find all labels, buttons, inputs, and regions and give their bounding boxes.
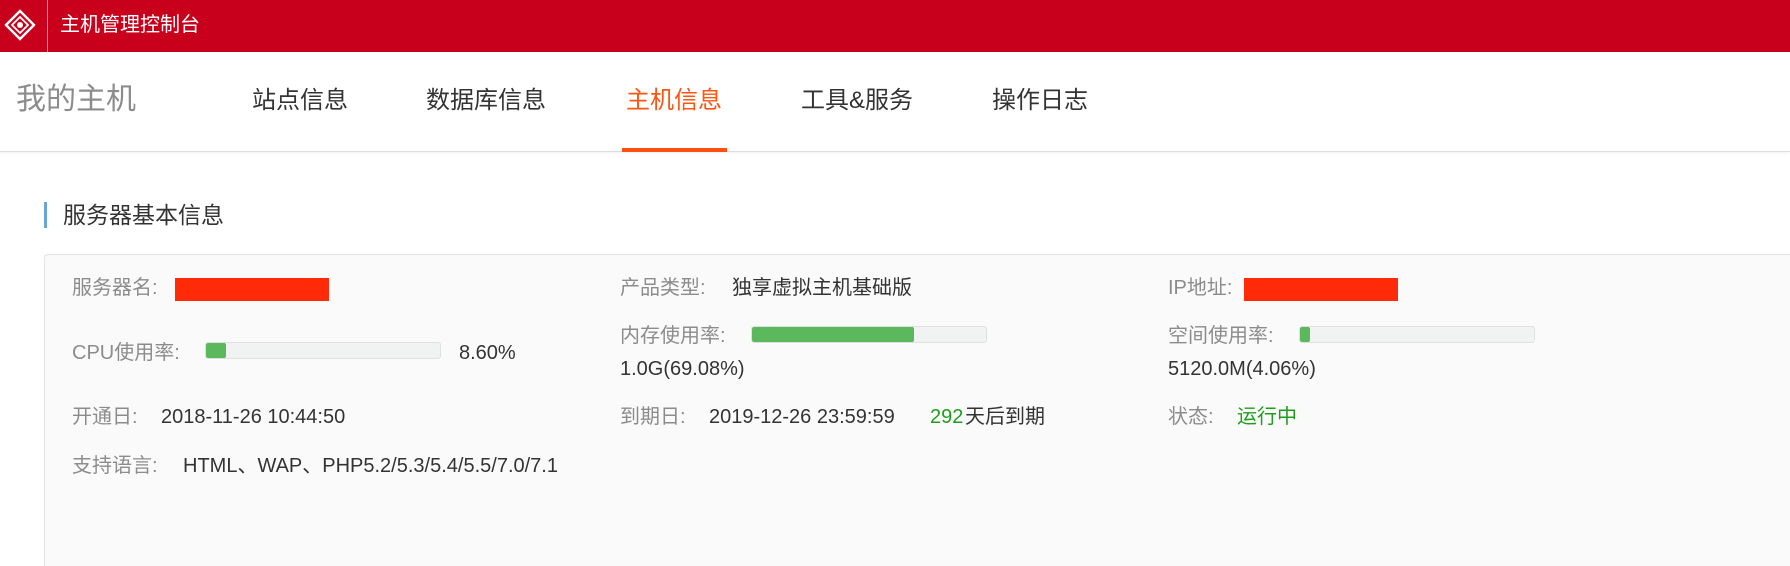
memory-value: 1.0G(69.08%) — [620, 358, 745, 380]
cpu-progress-bar — [205, 342, 441, 359]
days-left-suffix: 天后到期 — [965, 406, 1045, 428]
disk-label: 空间使用率: — [1168, 325, 1274, 347]
status-value: 运行中 — [1237, 406, 1297, 428]
cpu-progress-fill — [206, 343, 227, 358]
ip-label: IP地址: — [1168, 277, 1233, 299]
disk-progress-bar — [1299, 326, 1535, 343]
logo[interactable] — [0, 0, 48, 52]
days-left-count: 292 — [930, 406, 964, 428]
tab-database-info[interactable]: 数据库信息 — [426, 84, 546, 118]
tab-host-info[interactable]: 主机信息 — [626, 84, 722, 118]
open-date-label: 开通日: — [72, 406, 138, 428]
languages-value: HTML、WAP、PHP5.2/5.3/5.4/5.5/7.0/7.1 — [183, 455, 558, 477]
product-type-label: 产品类型: — [620, 277, 706, 299]
app-title: 主机管理控制台 — [60, 14, 200, 36]
ip-redacted — [1244, 278, 1398, 301]
tab-operation-log[interactable]: 操作日志 — [992, 84, 1088, 118]
brand-logo-icon — [4, 9, 36, 41]
disk-progress-fill — [1300, 327, 1310, 342]
section-title: 服务器基本信息 — [44, 202, 224, 228]
server-name-redacted — [175, 278, 329, 301]
page-title: 我的主机 — [16, 83, 136, 116]
product-type-value: 独享虚拟主机基础版 — [732, 277, 912, 299]
expire-date-value: 2019-12-26 23:59:59 — [709, 406, 895, 428]
active-tab-indicator — [622, 148, 727, 152]
languages-label: 支持语言: — [72, 455, 158, 477]
top-bar: 主机管理控制台 — [0, 0, 1790, 52]
memory-label: 内存使用率: — [620, 325, 726, 347]
open-date-value: 2018-11-26 10:44:50 — [161, 406, 346, 428]
main-nav: 我的主机 站点信息 数据库信息 主机信息 工具&服务 操作日志 — [0, 52, 1790, 152]
tab-site-info[interactable]: 站点信息 — [252, 84, 348, 118]
disk-value: 5120.0M(4.06%) — [1168, 358, 1316, 380]
tab-tools-services[interactable]: 工具&服务 — [801, 84, 913, 118]
memory-progress-fill — [752, 327, 914, 342]
server-name-label: 服务器名: — [72, 277, 158, 299]
cpu-value: 8.60% — [459, 342, 516, 364]
cpu-label: CPU使用率: — [72, 342, 180, 364]
memory-progress-bar — [751, 326, 987, 343]
expire-date-label: 到期日: — [620, 406, 686, 428]
status-label: 状态: — [1168, 406, 1214, 428]
